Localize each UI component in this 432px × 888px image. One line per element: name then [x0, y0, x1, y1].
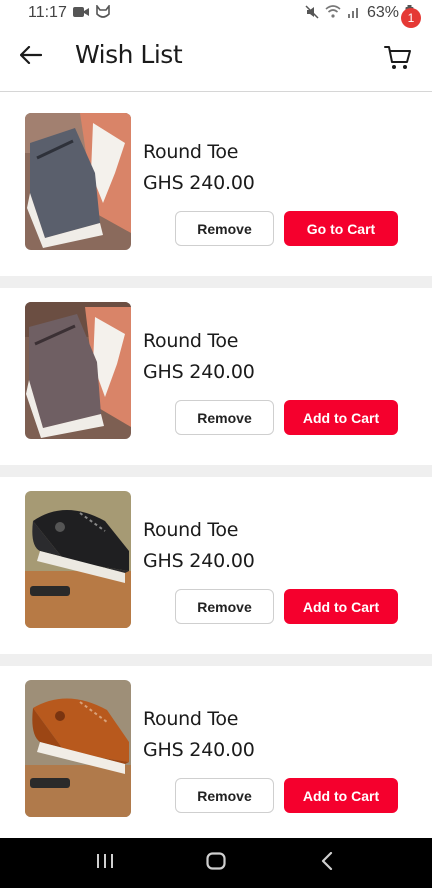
product-name: Round Toe — [143, 519, 239, 541]
remove-button[interactable]: Remove — [175, 211, 274, 246]
go-to-cart-button[interactable]: Go to Cart — [284, 211, 398, 246]
product-image[interactable] — [25, 302, 131, 439]
system-nav-bar — [0, 838, 432, 888]
page-title: Wish List — [75, 40, 183, 69]
product-price: GHS 240.00 — [143, 550, 255, 572]
home-icon — [206, 852, 226, 874]
remove-button[interactable]: Remove — [175, 400, 274, 435]
wifi-icon — [325, 5, 341, 21]
app-header: Wish List — [0, 26, 432, 92]
list-item: Round Toe GHS 240.00 Remove Add to Cart — [0, 654, 432, 843]
back-button[interactable] — [16, 42, 46, 72]
product-price: GHS 240.00 — [143, 172, 255, 194]
remove-button[interactable]: Remove — [175, 589, 274, 624]
back-nav-icon — [321, 851, 333, 874]
mute-icon — [305, 4, 319, 22]
product-name: Round Toe — [143, 141, 239, 163]
status-time: 11:17 — [28, 4, 67, 21]
product-price: GHS 240.00 — [143, 739, 255, 761]
cart-count-badge: 1 — [401, 8, 421, 28]
add-to-cart-button[interactable]: Add to Cart — [284, 589, 398, 624]
list-item: Round Toe GHS 240.00 Remove Add to Cart — [0, 465, 432, 654]
product-image[interactable] — [25, 113, 131, 250]
remove-button[interactable]: Remove — [175, 778, 274, 813]
status-right: 63% — [305, 4, 414, 22]
recent-apps-icon — [96, 853, 114, 873]
cart-button[interactable] — [384, 44, 416, 76]
cart-icon — [384, 46, 412, 76]
product-image[interactable] — [25, 491, 131, 628]
product-image[interactable] — [25, 680, 131, 817]
status-bar: 11:17 63% — [0, 0, 432, 26]
battery-level: 63% — [366, 4, 399, 21]
arrow-left-icon — [19, 45, 43, 68]
add-to-cart-button[interactable]: Add to Cart — [284, 778, 398, 813]
product-name: Round Toe — [143, 708, 239, 730]
cat-icon — [95, 3, 111, 22]
add-to-cart-button[interactable]: Add to Cart — [284, 400, 398, 435]
video-icon — [72, 5, 89, 21]
product-name: Round Toe — [143, 330, 239, 352]
recent-apps-button[interactable] — [85, 843, 125, 883]
list-item: Round Toe GHS 240.00 Remove Go to Cart — [0, 93, 432, 276]
home-button[interactable] — [196, 843, 236, 883]
back-nav-button[interactable] — [307, 843, 347, 883]
status-left: 11:17 — [28, 3, 111, 22]
signal-icon — [347, 5, 361, 21]
list-item: Round Toe GHS 240.00 Remove Add to Cart — [0, 276, 432, 465]
wish-list: Round Toe GHS 240.00 Remove Go to Cart R… — [0, 93, 432, 843]
product-price: GHS 240.00 — [143, 361, 255, 383]
